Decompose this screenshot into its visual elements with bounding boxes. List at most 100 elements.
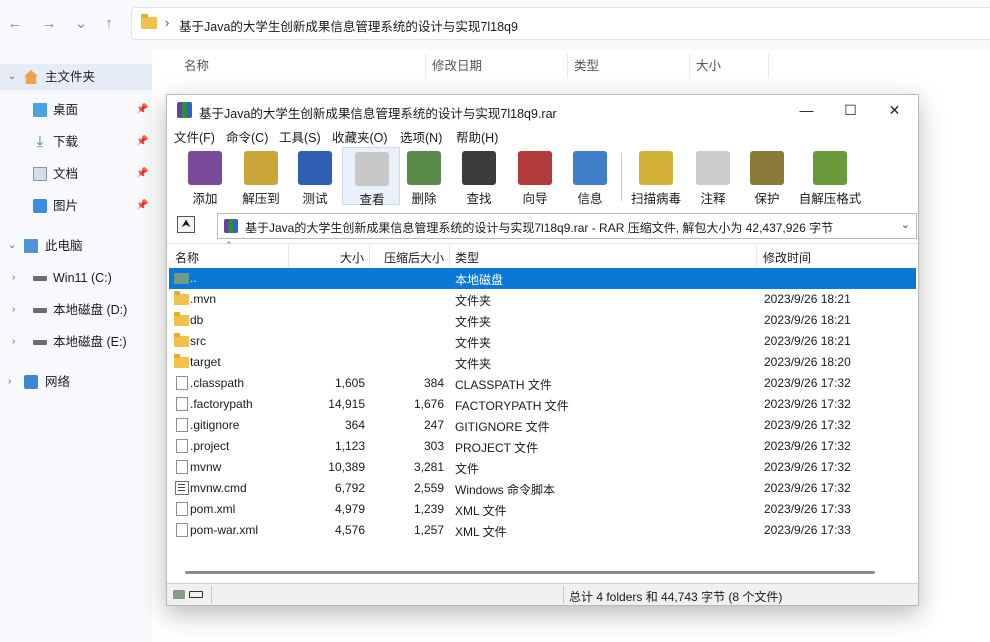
column-divider[interactable] xyxy=(288,244,289,268)
file-row[interactable]: .gitignore 364 247 GITIGNORE 文件 2023/9/26 17… xyxy=(169,415,916,436)
sfx-button[interactable]: 自解压格式 xyxy=(796,147,864,206)
sidebar-item-pictures[interactable]: 图片 📌 xyxy=(0,193,152,219)
column-type[interactable]: 类型 xyxy=(574,50,599,82)
chevron-down-icon[interactable]: ⌄ xyxy=(901,218,910,231)
file-type: 文件夹 xyxy=(455,315,492,329)
file-row[interactable]: src 文件夹 2023/9/26 18:21 xyxy=(169,331,916,352)
find-button[interactable]: 查找 xyxy=(450,147,508,206)
scrollbar-thumb[interactable] xyxy=(185,571,875,574)
test-button[interactable]: 测试 xyxy=(286,147,344,206)
column-name[interactable]: 名称 xyxy=(175,249,199,266)
column-divider[interactable] xyxy=(756,244,757,268)
file-row[interactable]: target 文件夹 2023/9/26 18:20 xyxy=(169,352,916,373)
file-row[interactable]: .project 1,123 303 PROJECT 文件 2023/9/26 17:3… xyxy=(169,436,916,457)
file-packed-size: 1,676 xyxy=(413,397,444,411)
sidebar-item-desktop[interactable]: 桌面 📌 xyxy=(0,97,152,123)
sidebar-item-label: 下载 xyxy=(53,135,79,149)
sidebar-item-this-pc[interactable]: ⌄ 此电脑 xyxy=(0,233,152,259)
cmd-icon xyxy=(175,481,189,495)
file-row[interactable]: .factorypath 14,915 1,676 FACTORYPATH 文件 202… xyxy=(169,394,916,415)
extract-label: 解压到 xyxy=(242,192,280,206)
protect-button[interactable]: 保护 xyxy=(738,147,796,206)
chevron-right-icon[interactable]: › xyxy=(8,369,18,395)
column-divider[interactable] xyxy=(567,54,568,78)
drive-status-icon[interactable] xyxy=(173,589,203,600)
info-button[interactable]: 信息 xyxy=(561,147,619,206)
minimize-button[interactable]: — xyxy=(784,95,829,125)
file-row[interactable]: pom.xml 4,979 1,239 XML 文件 2023/9/26 17:33 xyxy=(169,499,916,520)
comment-button[interactable]: 注释 xyxy=(684,147,742,206)
menu-bar: 文件(F) 命令(C) 工具(S) 收藏夹(O) 选项(N) 帮助(H) xyxy=(167,125,918,145)
file-icon xyxy=(176,502,188,516)
delete-button[interactable]: 删除 xyxy=(395,147,453,206)
chevron-right-icon[interactable]: › xyxy=(12,297,22,323)
sidebar-item-downloads[interactable]: ⤓ 下载 📌 xyxy=(0,129,152,155)
column-divider[interactable] xyxy=(369,244,370,268)
menu-help[interactable]: 帮助(H) xyxy=(456,127,498,146)
file-row[interactable]: pom-war.xml 4,576 1,257 XML 文件 2023/9/26 17:… xyxy=(169,520,916,541)
find-icon xyxy=(462,151,496,185)
archive-path-combobox[interactable]: 基于Java的大学生创新成果信息管理系统的设计与实现7l18q9.rar - R… xyxy=(217,213,917,239)
maximize-button[interactable]: ☐ xyxy=(828,95,873,125)
file-size: 4,576 xyxy=(334,523,365,537)
menu-favorites[interactable]: 收藏夹(O) xyxy=(332,127,388,146)
menu-commands[interactable]: 命令(C) xyxy=(226,127,268,146)
recent-locations-button[interactable]: ⌄ xyxy=(70,13,92,35)
file-modified: 2023/9/26 17:32 xyxy=(764,481,851,495)
column-divider[interactable] xyxy=(689,54,690,78)
address-bar[interactable]: › 基于Java的大学生创新成果信息管理系统的设计与实现7l18q9 xyxy=(131,7,990,40)
chevron-right-icon[interactable]: › xyxy=(12,265,22,291)
menu-tools[interactable]: 工具(S) xyxy=(279,127,321,146)
column-divider[interactable] xyxy=(425,54,426,78)
file-row[interactable]: .. 本地磁盘 xyxy=(169,268,916,289)
close-button[interactable]: ✕ xyxy=(872,95,917,125)
forward-button[interactable]: → xyxy=(38,13,60,35)
add-button[interactable]: 添加 xyxy=(176,147,234,206)
menu-file[interactable]: 文件(F) xyxy=(174,127,215,146)
pin-icon: 📌 xyxy=(136,200,149,211)
file-row[interactable]: .mvn 文件夹 2023/9/26 18:21 xyxy=(169,289,916,310)
file-packed-size: 303 xyxy=(423,439,444,453)
file-list: 名称 ⌃ 大小 压缩后大小 类型 修改时间 .. 本地磁盘 .mvn 文件夹 2023/… xyxy=(167,240,918,563)
sidebar-item-drive-e[interactable]: › 本地磁盘 (E:) xyxy=(0,329,152,355)
sidebar-item-documents[interactable]: 文档 📌 xyxy=(0,161,152,187)
folder-icon xyxy=(174,354,189,368)
file-row[interactable]: mvnw.cmd 6,792 2,559 Windows 命令脚本 2023/9/26 … xyxy=(169,478,916,499)
add-label: 添加 xyxy=(192,192,218,206)
sidebar-item-network[interactable]: › 网络 xyxy=(0,369,152,395)
menu-options[interactable]: 选项(N) xyxy=(400,127,442,146)
sidebar-item-label: 本地磁盘 (E:) xyxy=(53,335,127,349)
chevron-down-icon[interactable]: ⌄ xyxy=(8,233,18,259)
column-packed-size[interactable]: 压缩后大小 xyxy=(382,249,444,266)
file-row[interactable]: mvnw 10,389 3,281 文件 2023/9/26 17:32 xyxy=(169,457,916,478)
protect-label: 保护 xyxy=(754,192,780,206)
file-row[interactable]: .classpath 1,605 384 CLASSPATH 文件 2023/9/26 … xyxy=(169,373,916,394)
sidebar-item-home[interactable]: ⌄ 主文件夹 xyxy=(0,64,152,90)
column-modified[interactable]: 修改日期 xyxy=(432,50,482,82)
scan-virus-button[interactable]: 扫描病毒 xyxy=(624,147,688,206)
up-one-level-button[interactable]: ⮝ xyxy=(177,216,195,233)
column-type[interactable]: 类型 xyxy=(455,249,479,266)
sidebar-item-drive-c[interactable]: › Win11 (C:) xyxy=(0,265,152,291)
column-size[interactable]: 大小 xyxy=(696,50,721,82)
title-bar[interactable]: 基于Java的大学生创新成果信息管理系统的设计与实现7l18q9.rar — ☐… xyxy=(167,95,918,125)
wizard-button[interactable]: 向导 xyxy=(506,147,564,206)
chevron-down-icon[interactable]: ⌄ xyxy=(8,64,18,90)
column-modified[interactable]: 修改时间 xyxy=(763,249,811,266)
up-button[interactable]: ↑ xyxy=(98,13,120,35)
view-button[interactable]: 查看 xyxy=(342,147,400,207)
horizontal-scrollbar[interactable] xyxy=(167,563,918,579)
chevron-right-icon: › xyxy=(165,15,170,30)
file-name: .project xyxy=(190,439,230,453)
address-path[interactable]: 基于Java的大学生创新成果信息管理系统的设计与实现7l18q9 xyxy=(179,16,518,35)
pin-icon: 📌 xyxy=(136,136,149,147)
column-divider[interactable] xyxy=(768,54,769,78)
column-name[interactable]: 名称 xyxy=(184,50,209,82)
sidebar-item-drive-d[interactable]: › 本地磁盘 (D:) xyxy=(0,297,152,323)
extract-button[interactable]: 解压到 xyxy=(232,147,290,206)
chevron-right-icon[interactable]: › xyxy=(12,329,22,355)
file-row[interactable]: db 文件夹 2023/9/26 18:21 xyxy=(169,310,916,331)
column-divider[interactable] xyxy=(449,244,450,268)
column-size[interactable]: 大小 xyxy=(337,249,364,266)
back-button[interactable]: ← xyxy=(4,13,26,35)
